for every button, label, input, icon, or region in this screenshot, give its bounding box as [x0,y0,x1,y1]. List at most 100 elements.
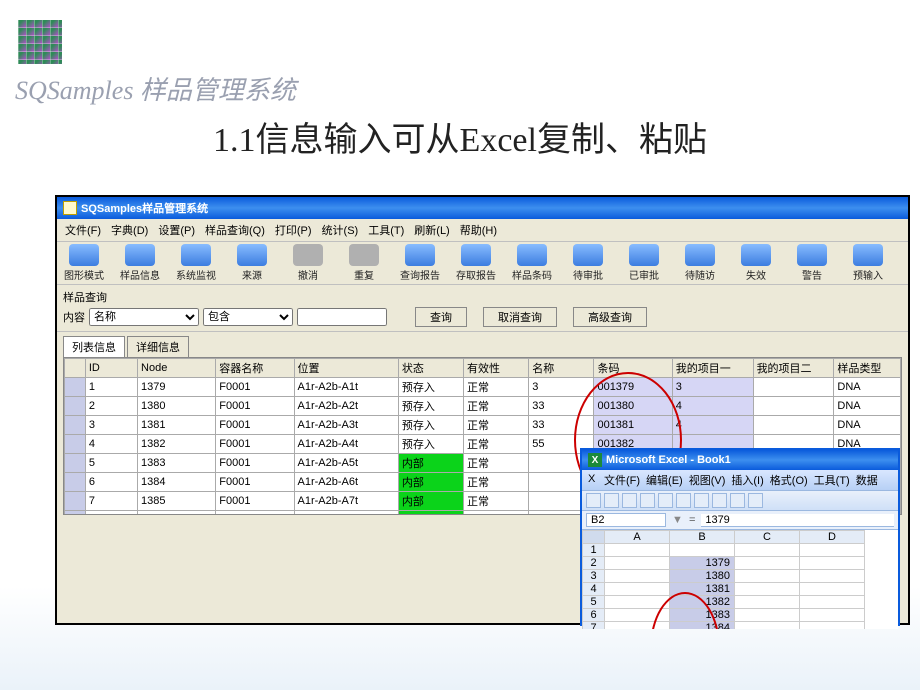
toolbar-图形模式[interactable]: 图形模式 [61,244,107,282]
excel-cell[interactable] [735,622,800,630]
row-selector[interactable] [65,435,86,454]
col-header[interactable]: 有效性 [464,359,529,378]
excel-row-header[interactable]: 5 [583,596,605,609]
excel-cell[interactable] [800,596,865,609]
col-header[interactable]: ID [85,359,137,378]
cell-bar[interactable]: 001379 [594,378,672,397]
excel-cell[interactable] [735,596,800,609]
toolbar-撤消[interactable]: 撤消 [285,244,331,282]
excel-menu-item[interactable]: 工具(T) [812,472,852,488]
excel-row[interactable]: 51382 [583,596,865,609]
fx-icon[interactable]: = [689,514,695,526]
query-op-select[interactable]: 包含 [203,308,293,326]
cell-id[interactable]: 8 [85,511,137,516]
excel-col-header[interactable]: B [670,531,735,544]
toolbar-待随访[interactable]: 待随访 [677,244,723,282]
excel-cell[interactable] [800,583,865,596]
excel-cell[interactable] [735,570,800,583]
excel-cell[interactable] [800,570,865,583]
tab-list-info[interactable]: 列表信息 [63,336,125,357]
excel-cell[interactable]: 1384 [670,622,735,630]
cell-st[interactable]: 内部 [398,511,463,516]
cell-node[interactable]: 1384 [138,473,216,492]
excel-cell[interactable] [670,544,735,557]
toolbar-警告[interactable]: 警告 [789,244,835,282]
cell-loc[interactable]: A1r-A2b-A1t [294,378,398,397]
menu-item[interactable]: 工具(T) [364,221,408,239]
cell-cont[interactable]: F0001 [216,378,294,397]
cell-val[interactable]: 正常 [464,454,529,473]
save-icon[interactable] [622,493,637,508]
row-selector[interactable] [65,397,86,416]
cell-st[interactable]: 预存入 [398,435,463,454]
cell-cont[interactable]: F0001 [216,454,294,473]
col-header[interactable]: 条码 [594,359,672,378]
cell-bar[interactable]: 001380 [594,397,672,416]
cell-node[interactable]: 1380 [138,397,216,416]
row-selector-header[interactable] [65,359,86,378]
cell-st[interactable]: 内部 [398,492,463,511]
cell-st[interactable]: 预存入 [398,397,463,416]
cell-id[interactable]: 3 [85,416,137,435]
cell-node[interactable]: 1379 [138,378,216,397]
cell-type[interactable]: DNA [834,397,901,416]
excel-col-header[interactable]: C [735,531,800,544]
cell-loc[interactable]: A1r-A2b-A7t [294,492,398,511]
excel-cell[interactable] [605,570,670,583]
row-selector[interactable] [65,473,86,492]
excel-row-header[interactable]: 7 [583,622,605,630]
cell-cont[interactable]: F0001 [216,492,294,511]
open-icon[interactable] [604,493,619,508]
toolbar-预输入[interactable]: 预输入 [845,244,891,282]
col-header[interactable]: 容器名称 [216,359,294,378]
excel-cell[interactable] [800,557,865,570]
cut-icon[interactable] [694,493,709,508]
query-button[interactable]: 查询 [415,307,467,327]
excel-menu-item[interactable]: 插入(I) [729,472,765,488]
excel-formula-bar[interactable]: 1379 [701,514,894,527]
menu-item[interactable]: 帮助(H) [456,221,501,239]
col-header[interactable]: 我的项目一 [672,359,753,378]
cell-p1[interactable]: 3 [672,378,753,397]
excel-row[interactable]: 21379 [583,557,865,570]
paste-icon[interactable] [730,493,745,508]
menu-item[interactable]: 刷新(L) [410,221,453,239]
undo-icon[interactable] [748,493,763,508]
excel-cell[interactable] [735,583,800,596]
excel-row-header[interactable]: 6 [583,609,605,622]
excel-cell[interactable] [800,609,865,622]
cell-p1[interactable]: 4 [672,416,753,435]
col-header[interactable]: 位置 [294,359,398,378]
new-icon[interactable] [586,493,601,508]
cell-node[interactable]: 1385 [138,492,216,511]
cell-st[interactable]: 内部 [398,454,463,473]
row-selector[interactable] [65,492,86,511]
copy-icon[interactable] [712,493,727,508]
toolbar-重复[interactable]: 重复 [341,244,387,282]
cell-st[interactable]: 预存入 [398,416,463,435]
cell-val[interactable]: 正常 [464,397,529,416]
toolbar-样品条码[interactable]: 样品条码 [509,244,555,282]
cell-cont[interactable]: F0001 [216,511,294,516]
cell-id[interactable]: 4 [85,435,137,454]
cell-cont[interactable]: F0001 [216,473,294,492]
excel-menu-item[interactable]: 编辑(E) [644,472,685,488]
cell-loc[interactable]: A1r-A2b-A3t [294,416,398,435]
excel-row-header[interactable]: 1 [583,544,605,557]
cell-cont[interactable]: F0001 [216,397,294,416]
excel-menu-item[interactable]: 视图(V) [687,472,728,488]
cell-st[interactable]: 预存入 [398,378,463,397]
excel-cell[interactable] [735,544,800,557]
cell-id[interactable]: 5 [85,454,137,473]
cancel-query-button[interactable]: 取消查询 [483,307,557,327]
cell-id[interactable]: 1 [85,378,137,397]
cell-val[interactable]: 正常 [464,416,529,435]
excel-titlebar[interactable]: X Microsoft Excel - Book1 [582,450,898,470]
menu-item[interactable]: 文件(F) [61,221,105,239]
cell-val[interactable]: 正常 [464,492,529,511]
table-row[interactable]: 21380F0001A1r-A2b-A2t预存入正常330013804DNA [65,397,901,416]
cell-node[interactable]: 1381 [138,416,216,435]
cell-name[interactable]: 33 [529,397,594,416]
excel-cell[interactable] [605,596,670,609]
cell-loc[interactable]: A1r-A2b-A6t [294,473,398,492]
